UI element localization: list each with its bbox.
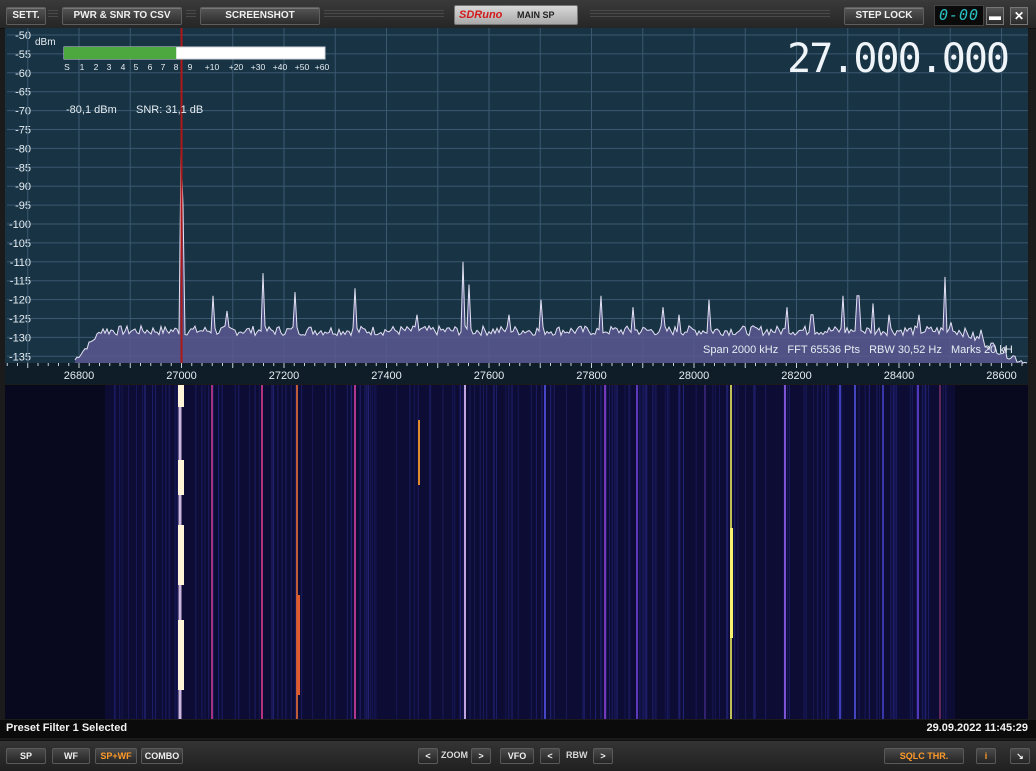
info-button[interactable]: i xyxy=(976,748,996,764)
window-title-label: MAIN SP xyxy=(517,10,555,20)
s-meter-label: +10 xyxy=(205,62,220,72)
vfo-button[interactable]: VFO xyxy=(500,748,534,764)
s-meter-label: 7 xyxy=(161,62,166,72)
screenshot-button[interactable]: SCREENSHOT xyxy=(200,7,320,25)
waterfall-burst xyxy=(730,528,733,638)
waterfall-carrier-burst xyxy=(178,385,184,407)
rbw-up-button[interactable]: > xyxy=(593,748,613,764)
sp-mode-button[interactable]: SP xyxy=(6,748,46,764)
x-tick-label: 28200 xyxy=(781,370,812,382)
combo-mode-button[interactable]: COMBO xyxy=(141,748,183,764)
x-tick-label: 28600 xyxy=(986,370,1017,382)
s-meter-label: 1 xyxy=(80,62,85,72)
s-meter-label: +20 xyxy=(229,62,244,72)
x-tick-label: 28000 xyxy=(679,370,710,382)
x-axis-strip xyxy=(5,363,1028,384)
frequency-display[interactable]: 27.000.000 xyxy=(787,36,1010,82)
y-tick-label: -95 xyxy=(15,200,31,212)
window-title: SDRuno MAIN SP xyxy=(454,5,578,25)
waterfall-burst xyxy=(297,595,300,695)
status-bar: Preset Filter 1 Selected 29.09.2022 11:4… xyxy=(0,720,1036,738)
sdruno-logo: SDRuno xyxy=(459,9,503,21)
toolbar-grip xyxy=(186,10,196,18)
zoom-in-button[interactable]: > xyxy=(471,748,491,764)
waterfall-carrier-burst xyxy=(178,620,184,690)
waterfall-carrier-burst xyxy=(178,460,184,495)
waterfall-display[interactable] xyxy=(5,385,1028,719)
s-meter-label: S xyxy=(64,62,70,72)
x-tick-label: 27600 xyxy=(474,370,505,382)
top-toolbar: SETT. PWR & SNR TO CSV SCREENSHOT SDRuno… xyxy=(0,0,1036,29)
y-tick-label: -75 xyxy=(15,125,31,137)
step-lock-button[interactable]: STEP LOCK xyxy=(844,7,924,25)
power-readout: -80,1 dBm xyxy=(66,104,117,116)
x-tick-label: 26800 xyxy=(64,370,95,382)
waterfall-burst xyxy=(418,420,420,485)
status-message: Preset Filter 1 Selected xyxy=(6,722,128,734)
titlebar-grip-right xyxy=(590,10,830,18)
minimize-button[interactable]: ▬ xyxy=(986,7,1004,25)
toolbar-grip xyxy=(48,10,58,18)
y-tick-label: -70 xyxy=(15,106,31,118)
waterfall-canvas[interactable] xyxy=(5,385,1028,719)
sqlc-threshold-button[interactable]: SQLC THR. xyxy=(884,748,964,764)
segment-display: 0-00 xyxy=(934,5,984,26)
spectrum-info: Span 2000 kHz FFT 65536 Pts RBW 30,52 Hz… xyxy=(703,344,1013,356)
s-meter-label: +50 xyxy=(295,62,310,72)
y-tick-label: -55 xyxy=(15,49,31,61)
close-button[interactable]: ✕ xyxy=(1010,7,1028,25)
status-datetime: 29.09.2022 11:45:29 xyxy=(926,722,1028,734)
s-meter-label: 6 xyxy=(148,62,153,72)
zoom-out-button[interactable]: < xyxy=(418,748,438,764)
x-tick-label: 27400 xyxy=(371,370,402,382)
spectrum-panel[interactable]: -50 -55 -60 -65 -70 -75 -80 -85 -90 -95 -100 -105 -1… xyxy=(5,28,1033,384)
rbw-label: RBW xyxy=(566,750,588,760)
s-meter-label: +60 xyxy=(315,62,330,72)
x-tick-label: 27800 xyxy=(576,370,607,382)
s-meter-bar xyxy=(64,47,177,59)
s-meter-label: 5 xyxy=(134,62,139,72)
waterfall-carrier-burst xyxy=(178,525,184,585)
x-tick-label: 27000 xyxy=(166,370,197,382)
s-meter-label: +40 xyxy=(273,62,288,72)
zoom-label: ZOOM xyxy=(441,750,468,760)
s-meter-label: 4 xyxy=(121,62,126,72)
y-tick-label: -85 xyxy=(15,162,31,174)
s-meter-label: +30 xyxy=(251,62,266,72)
snr-readout: SNR: 31,1 dB xyxy=(136,104,204,116)
s-meter-label: 2 xyxy=(94,62,99,72)
x-tick-label: 28400 xyxy=(884,370,915,382)
y-tick-label: -60 xyxy=(15,68,31,80)
dbm-unit-label: dBm xyxy=(35,37,56,48)
s-meter-label: 9 xyxy=(188,62,193,72)
y-tick-label: -50 xyxy=(15,30,31,42)
y-tick-label: -80 xyxy=(15,143,31,155)
settings-button[interactable]: SETT. xyxy=(6,7,46,25)
bottom-toolbar: SP WF SP+WF COMBO < ZOOM > VFO < RBW > S… xyxy=(0,740,1036,771)
titlebar-grip-left xyxy=(324,10,444,18)
sp-wf-mode-button[interactable]: SP+WF xyxy=(95,748,137,764)
s-meter-label: 8 xyxy=(174,62,179,72)
resize-icon[interactable]: ↘ xyxy=(1010,748,1030,764)
y-tick-label: -90 xyxy=(15,181,31,193)
y-tick-label: -65 xyxy=(15,87,31,99)
x-tick-label: 27200 xyxy=(269,370,300,382)
s-meter-label: 3 xyxy=(107,62,112,72)
rbw-down-button[interactable]: < xyxy=(540,748,560,764)
pwr-snr-csv-button[interactable]: PWR & SNR TO CSV xyxy=(62,7,182,25)
wf-mode-button[interactable]: WF xyxy=(52,748,90,764)
